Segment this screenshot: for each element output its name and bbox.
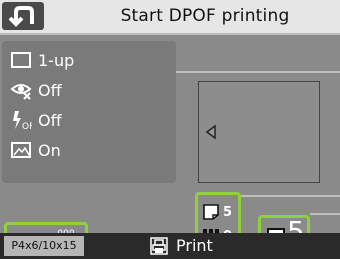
setting-flash-value: Off	[38, 110, 62, 130]
image-preview	[198, 81, 320, 183]
image-optimize-icon	[11, 142, 31, 158]
back-button[interactable]	[2, 2, 44, 30]
layout-1up-icon	[11, 52, 31, 68]
red-eye-correction-icon	[10, 84, 32, 100]
setting-optimize-value: On	[38, 140, 61, 160]
setting-red-eye-value: Off	[38, 80, 62, 100]
setting-layout[interactable]: 1-up	[10, 47, 170, 73]
print-icon[interactable]	[150, 237, 168, 255]
setting-optimize[interactable]: On	[10, 137, 170, 163]
prints-count: 5	[202, 201, 232, 223]
printer-screen: Start DPOF printing 1-up Off OFF	[0, 0, 340, 259]
fill-flash-off-icon: OFF	[13, 111, 32, 131]
main-content: 1-up Off OFF Off	[0, 35, 340, 259]
setting-flash[interactable]: OFF Off	[10, 107, 170, 133]
print-button-label[interactable]: Print	[176, 233, 213, 259]
settings-panel: 1-up Off OFF Off	[2, 41, 176, 183]
back-arrow-icon	[8, 6, 34, 27]
svg-text:OFF: OFF	[22, 122, 32, 131]
divider-line-3	[310, 213, 340, 215]
paper-size-label: P4x6/10x15	[4, 236, 84, 256]
bottom-bar: P4x6/10x15 Print	[0, 233, 340, 259]
setting-red-eye[interactable]: Off	[10, 77, 170, 103]
page-title: Start DPOF printing	[120, 6, 290, 26]
divider-line	[176, 71, 340, 73]
setting-layout-value: 1-up	[38, 50, 75, 70]
prints-count-value: 5	[223, 204, 233, 220]
title-bar: Start DPOF printing	[0, 0, 340, 35]
divider-line-2	[241, 195, 340, 197]
previous-image-icon[interactable]	[203, 124, 219, 140]
print-sheet-icon	[203, 204, 219, 220]
